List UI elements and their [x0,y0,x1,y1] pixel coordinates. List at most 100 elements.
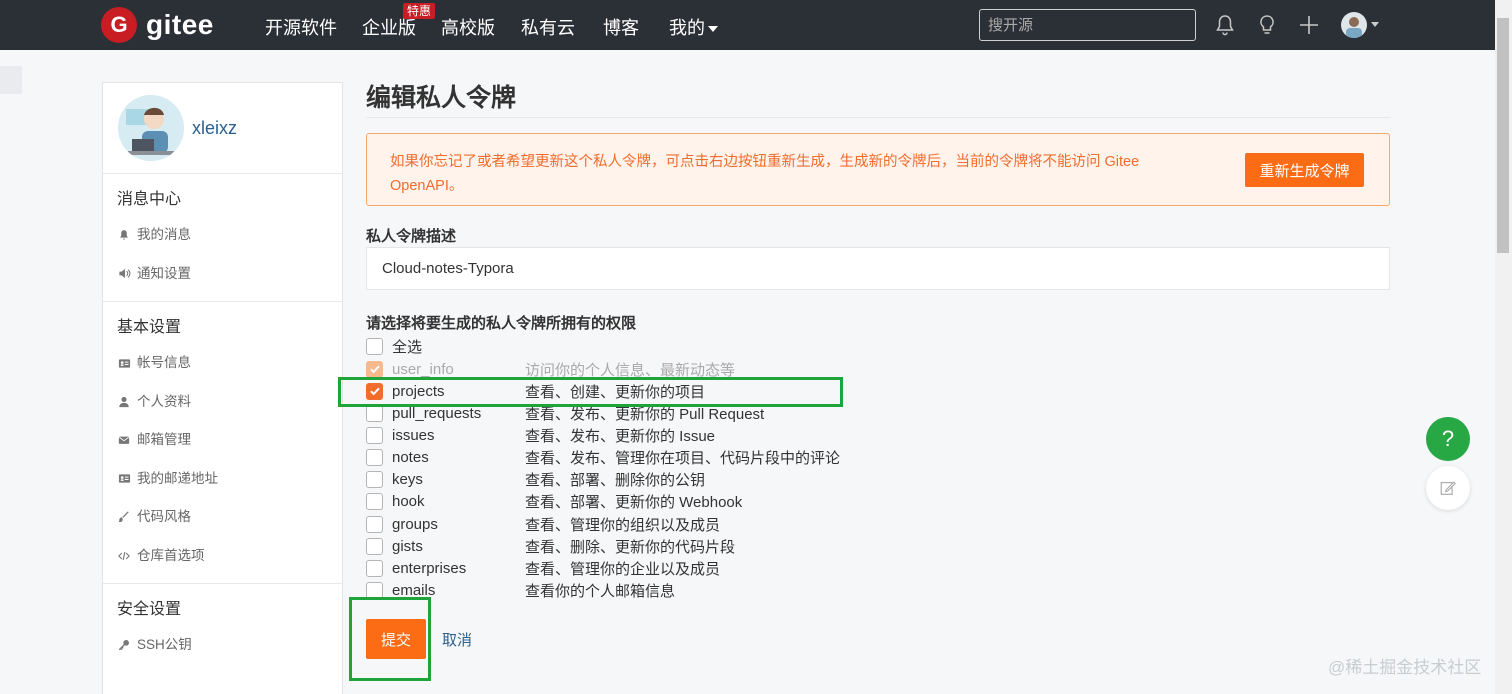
feedback-button[interactable] [1426,466,1470,510]
code-icon [117,549,131,563]
permission-name: notes [392,448,429,466]
sidebar-item-email[interactable]: 邮箱管理 [103,421,342,460]
sidebar-item-label: 我的邮递地址 [137,470,218,486]
sidebar-item-account-info[interactable]: 帐号信息 [103,344,342,383]
cancel-link[interactable]: 取消 [442,629,472,650]
sidebar-item-ssh-keys[interactable]: SSH公钥 [103,626,342,665]
submit-button[interactable]: 提交 [366,619,426,659]
permission-description: 查看、管理你的组织以及成员 [525,516,721,534]
watermark-text: @稀土掘金技术社区 [1328,658,1482,677]
sidebar-item-my-messages[interactable]: 我的消息 [103,216,342,255]
nav-mine[interactable]: 我的 [669,14,718,40]
sidebar-item-label: 通知设置 [137,265,191,281]
nav-education[interactable]: 高校版 [441,14,495,40]
select-all-checkbox[interactable] [366,337,383,355]
permission-name: pull_requests [392,404,482,422]
help-button[interactable]: ? [1426,417,1470,461]
permission-row-emails[interactable]: emails 查看你的个人邮箱信息 [366,579,966,601]
envelope-icon [117,433,131,447]
permission-checkbox[interactable] [366,537,383,555]
nav-private-cloud[interactable]: 私有云 [521,14,575,40]
sidebar-item-code-style[interactable]: 代码风格 [103,498,342,537]
permission-description: 查看、发布、更新你的 Issue [525,427,716,445]
permission-checkbox[interactable] [366,404,383,422]
id-card-icon [117,356,131,370]
person-icon [117,395,131,409]
page-title: 编辑私人令牌 [366,82,1390,118]
profile-card: xleixz [103,83,342,174]
user-avatar[interactable] [1341,12,1367,38]
alert-message: 如果你忘记了或者希望更新这个私人令牌，可点击右边按钮重新生成，生成新的令牌后，当… [390,154,1140,194]
permission-checkbox[interactable] [366,515,383,533]
token-description-input[interactable] [366,247,1390,290]
sidebar-section-title: 基本设置 [117,319,182,336]
permission-name: issues [392,426,435,444]
regenerate-token-button[interactable]: 重新生成令牌 [1245,153,1364,187]
gitee-logo-text: gitee [146,9,214,40]
sidebar-item-label: 帐号信息 [137,355,191,370]
permission-row-keys[interactable]: keys 查看、部署、删除你的公钥 [366,468,966,490]
select-all-row[interactable]: 全选 [366,335,966,357]
avatar-image [1346,17,1362,38]
profile-username[interactable]: xleixz [192,118,237,139]
permission-row-gists[interactable]: gists 查看、删除、更新你的代码片段 [366,535,966,557]
sidebar-item-profile[interactable]: 个人资料 [103,383,342,422]
edit-icon [1440,481,1456,495]
plus-icon[interactable] [1297,13,1321,37]
main-content: 编辑私人令牌 如果你忘记了或者希望更新这个私人令牌，可点击右边按钮重新生成，生成… [366,82,1390,600]
permission-row-notes[interactable]: notes 查看、发布、管理你在项目、代码片段中的评论 [366,446,966,468]
profile-avatar[interactable] [118,95,184,161]
sidebar-item-label: 个人资料 [137,393,191,409]
permission-checkbox[interactable] [366,559,383,577]
permission-description: 查看你的个人邮箱信息 [525,582,676,600]
permission-checkbox[interactable] [366,581,383,599]
scrollbar-thumb[interactable] [1497,18,1509,253]
sidebar-item-label: 我的消息 [137,227,191,242]
gitee-logo[interactable]: G gitee [101,7,214,43]
nav-blog[interactable]: 博客 [603,14,639,40]
address-card-icon [117,472,131,486]
nav-mine-label: 我的 [669,18,705,38]
permission-row-issues[interactable]: issues 查看、发布、更新你的 Issue [366,424,966,446]
permission-description: 查看、部署、删除你的公钥 [525,471,706,489]
chevron-down-icon [708,26,718,33]
settings-sidebar: xleixz 消息中心 我的消息 通知设置 基本设置 帐号信息 个人资料 邮箱管… [102,82,343,694]
warning-alert: 如果你忘记了或者希望更新这个私人令牌，可点击右边按钮重新生成，生成新的令牌后，当… [366,133,1390,206]
avatar-chevron-down-icon[interactable] [1371,22,1379,27]
permission-checkbox[interactable] [366,426,383,444]
permission-row-hook[interactable]: hook 查看、部署、更新你的 Webhook [366,490,966,512]
permission-description: 查看、管理你的企业以及成员 [525,560,721,578]
sidebar-item-repo-preferences[interactable]: 仓库首选项 [103,537,342,576]
sidebar-section-security: 安全设置 SSH公钥 [103,584,342,673]
permission-checkbox[interactable] [366,492,383,510]
permission-name: hook [392,492,425,510]
permission-name: groups [392,515,438,533]
nav-open-source[interactable]: 开源软件 [265,14,337,40]
bell-icon [117,228,131,242]
key-icon [117,638,131,652]
permission-row-groups[interactable]: groups 查看、管理你的组织以及成员 [366,513,966,535]
question-mark-icon: ? [1441,426,1455,451]
permissions-label: 请选择将要生成的私人令牌所拥有的权限 [366,315,637,332]
select-all-label: 全选 [392,338,423,356]
permission-checkbox[interactable] [366,470,383,488]
top-navbar: G gitee 开源软件 企业版 特惠 高校版 私有云 博客 我的 [0,0,1495,50]
side-tab-handle[interactable] [0,66,22,94]
sidebar-section-title: 消息中心 [117,191,182,208]
permission-description: 查看、删除、更新你的代码片段 [525,538,736,556]
highlight-box-projects [338,377,843,407]
gitee-logo-icon: G [101,7,137,43]
sidebar-item-label: 代码风格 [137,509,191,524]
promo-badge: 特惠 [403,3,436,19]
permission-row-enterprises[interactable]: enterprises 查看、管理你的企业以及成员 [366,557,966,579]
token-description-label: 私人令牌描述 [366,228,457,245]
permission-name: keys [392,470,423,488]
search-input[interactable] [979,9,1196,41]
permission-checkbox[interactable] [366,448,383,466]
lightbulb-icon[interactable] [1255,13,1279,37]
sidebar-item-postal-address[interactable]: 我的邮递地址 [103,460,342,499]
sidebar-item-notification-settings[interactable]: 通知设置 [103,255,342,294]
permission-name: gists [392,537,423,555]
sidebar-section-messages: 消息中心 我的消息 通知设置 [103,174,342,302]
bell-icon[interactable] [1213,13,1237,37]
